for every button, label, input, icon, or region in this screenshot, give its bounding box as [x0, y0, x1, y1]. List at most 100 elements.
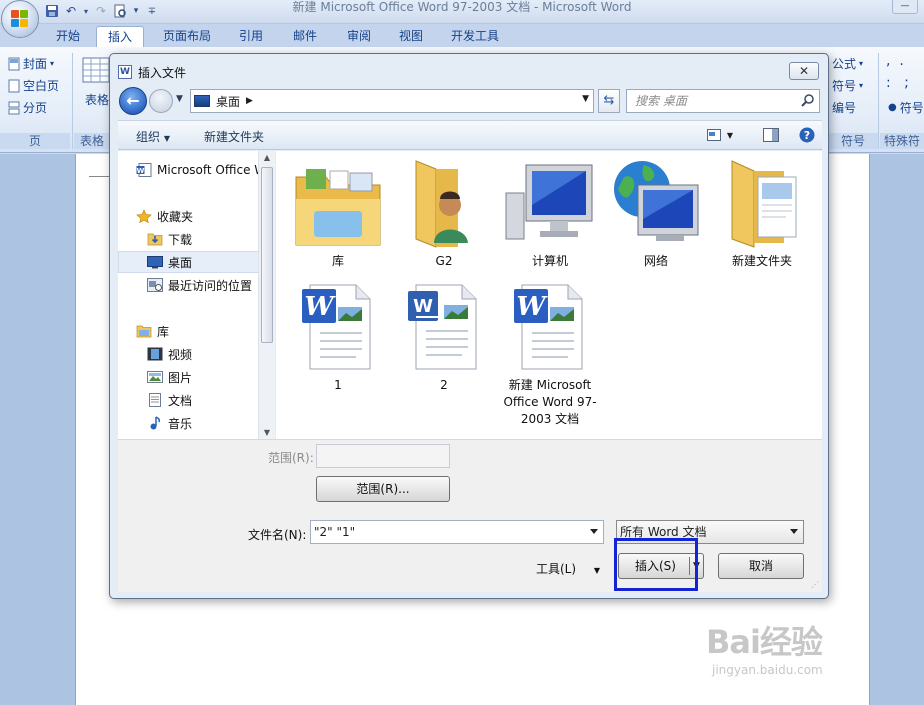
qat-more-icon[interactable]: ∓ — [144, 3, 160, 19]
range-button[interactable]: 范围(R)... — [316, 476, 450, 502]
file-item-computer[interactable]: 计算机 — [498, 155, 602, 270]
file-item-1[interactable]: W 1 — [286, 279, 390, 394]
table-icon[interactable] — [82, 57, 110, 83]
nav-item-downloads[interactable]: 下载 — [118, 228, 265, 250]
close-button[interactable]: ✕ — [789, 62, 819, 80]
office-logo-icon — [11, 10, 29, 28]
svg-text:W: W — [413, 296, 433, 317]
file-item-g2[interactable]: G2 — [392, 155, 496, 270]
scroll-down-icon[interactable]: ▼ — [259, 428, 275, 437]
punct-semicolon-icon[interactable]: : ; — [886, 75, 909, 91]
nav-pane-scrollbar[interactable]: ▲ ▼ — [258, 151, 275, 439]
watermark-url: jingyan.baidu.com — [712, 663, 823, 677]
nav-item-music[interactable]: 音乐 — [118, 412, 265, 434]
refresh-button[interactable]: ⇆ — [598, 89, 620, 113]
address-bar[interactable]: 桌面 ▶ ▼ — [190, 89, 594, 113]
organize-button[interactable]: 组织 ▼ — [136, 128, 170, 145]
back-button[interactable]: ← — [119, 87, 147, 115]
dialog-title-bar: W 插入文件 — [118, 62, 186, 82]
cancel-button[interactable]: 取消 — [718, 553, 804, 579]
file-item-libraries[interactable]: 库 — [286, 155, 390, 270]
filename-dropdown-icon[interactable] — [590, 529, 598, 534]
special-symbols-group-label: 特殊符 — [880, 133, 924, 149]
libraries-icon — [136, 325, 152, 338]
svg-text:?: ? — [804, 129, 810, 142]
cover-page-label: 封面 — [23, 57, 48, 71]
nav-item-recent-places[interactable]: 最近访问的位置 — [118, 274, 265, 296]
save-icon[interactable] — [44, 3, 60, 19]
file-item-2[interactable]: W 2 — [392, 279, 496, 394]
nav-label: 音乐 — [168, 416, 193, 431]
address-dropdown-icon[interactable]: ▼ — [582, 94, 589, 104]
redo-icon[interactable]: ↷ — [93, 3, 109, 19]
cover-page-button[interactable]: 封面 ▾ — [8, 55, 54, 72]
nav-item-videos[interactable]: 视频 — [118, 343, 265, 365]
preview-pane-button[interactable] — [762, 127, 780, 143]
search-placeholder: 搜索 桌面 — [635, 94, 687, 108]
tab-developer[interactable]: 开发工具 — [444, 26, 506, 48]
table-button-label[interactable]: 表格 — [85, 91, 109, 108]
nav-item-favorites[interactable]: 收藏夹 — [118, 205, 265, 227]
office-button[interactable] — [1, 0, 39, 38]
nav-label: 收藏夹 — [157, 209, 194, 224]
tab-references[interactable]: 引用 — [230, 26, 272, 48]
equation-label: 公式 — [832, 57, 857, 71]
tab-review[interactable]: 审阅 — [338, 26, 380, 48]
symbol-button[interactable]: 符号 ▾ — [832, 77, 863, 94]
insert-button-highlight — [614, 538, 698, 591]
special-symbol-button[interactable]: ● 符号 — [888, 99, 924, 116]
tab-insert[interactable]: 插入 — [96, 26, 144, 48]
file-item-network[interactable]: 网络 — [604, 155, 708, 270]
new-folder-button[interactable]: 新建文件夹 — [204, 128, 264, 145]
nav-item-desktop[interactable]: 桌面 — [118, 251, 265, 273]
undo-dropdown-icon[interactable]: ▾ — [82, 3, 90, 19]
numbering-button[interactable]: 编号 — [832, 99, 856, 116]
window-controls: — — [892, 0, 918, 14]
nav-label: 文档 — [168, 393, 193, 408]
blank-page-button[interactable]: 空白页 — [8, 77, 59, 94]
file-item-new-word-doc[interactable]: W 新建 Microsoft Office Word 97-2003 文档 — [498, 279, 602, 428]
resize-grip-icon[interactable]: ⋰ — [811, 580, 819, 589]
print-preview-icon[interactable] — [112, 3, 128, 19]
ribbon-separator — [72, 53, 73, 149]
chevron-down-icon: ▼ — [726, 130, 734, 140]
minimize-icon[interactable]: — — [892, 0, 918, 14]
address-location[interactable]: 桌面 — [216, 93, 240, 110]
svg-text:W: W — [516, 292, 548, 322]
tools-button[interactable]: 工具(L) ▼ — [536, 560, 600, 577]
breadcrumb-chevron-icon[interactable]: ▶ — [246, 96, 253, 106]
change-view-button[interactable]: ▼ — [706, 127, 734, 143]
desktop-icon — [147, 256, 163, 269]
svg-text:W: W — [304, 292, 336, 322]
tab-home[interactable]: 开始 — [48, 26, 88, 48]
back-arrow-icon: ← — [126, 91, 140, 110]
customize-qat-icon[interactable]: ▾ — [131, 3, 141, 19]
nav-item-libraries[interactable]: 库 — [118, 320, 265, 342]
nav-label: 桌面 — [168, 255, 193, 270]
tab-view[interactable]: 视图 — [390, 26, 432, 48]
scroll-up-icon[interactable]: ▲ — [259, 153, 275, 162]
file-item-new-folder[interactable]: 新建文件夹 — [710, 155, 814, 270]
navigation-bar: ← ▼ 桌面 ▶ ▼ ⇆ 搜索 桌面 — [118, 86, 822, 116]
scrollbar-thumb[interactable] — [261, 167, 273, 343]
forward-button[interactable] — [149, 89, 173, 113]
filename-input[interactable]: "2" "1" — [310, 520, 604, 544]
equation-button[interactable]: 公式 ▾ — [832, 55, 863, 72]
help-button[interactable]: ? — [798, 127, 816, 143]
nav-item-word-app[interactable]: W Microsoft Office Word — [118, 159, 265, 181]
undo-icon[interactable]: ↶ — [63, 3, 79, 19]
help-icon: ? — [799, 127, 815, 143]
nav-item-documents[interactable]: 文档 — [118, 389, 265, 411]
nav-label: 图片 — [168, 370, 193, 385]
recent-pages-dropdown-icon[interactable]: ▼ — [176, 94, 183, 104]
search-input[interactable]: 搜索 桌面 — [626, 89, 820, 113]
tab-mailings[interactable]: 邮件 — [284, 26, 326, 48]
punct-comma-icon[interactable]: , . — [886, 53, 904, 69]
ribbon-separator — [878, 53, 879, 149]
search-icon[interactable] — [801, 93, 815, 107]
nav-item-pictures[interactable]: 图片 — [118, 366, 265, 388]
word-file-icon: W — [502, 279, 598, 375]
tab-page-layout[interactable]: 页面布局 — [154, 26, 220, 48]
page-break-button[interactable]: 分页 — [8, 99, 47, 116]
filetype-dropdown-icon[interactable] — [790, 529, 798, 534]
